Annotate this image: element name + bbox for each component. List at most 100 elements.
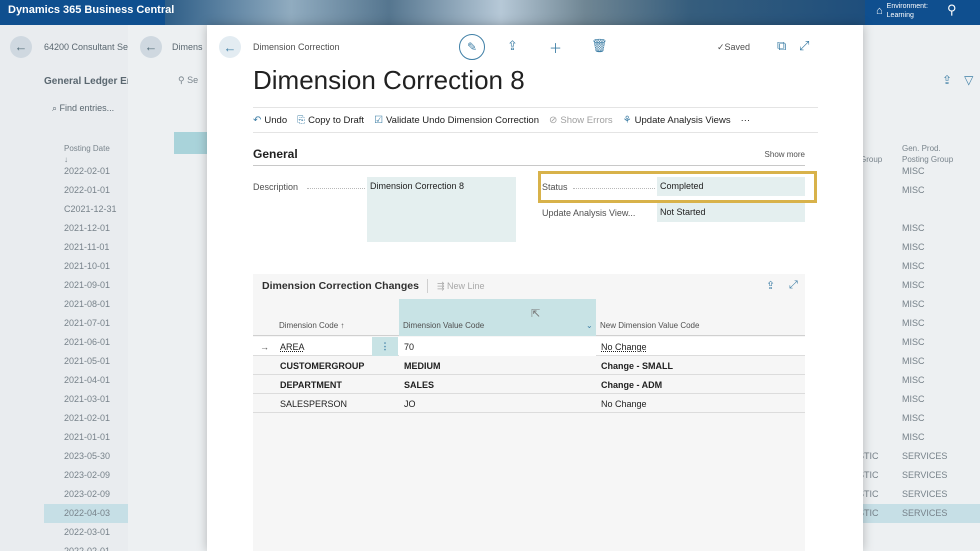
copy-to-draft-button[interactable]: ⎘ Copy to Draft: [297, 115, 364, 126]
list-item[interactable]: 2023-05-30: [44, 447, 128, 466]
list-item[interactable]: 2021-05-01: [44, 352, 128, 371]
dimension-code-cell[interactable]: CUSTOMERGROUP: [280, 361, 364, 371]
list-item[interactable]: 2021-10-01: [44, 257, 128, 276]
list-item[interactable]: [858, 523, 980, 542]
new-dimension-value-code-cell[interactable]: No Change: [601, 399, 647, 409]
table-row[interactable]: SALESPERSON JO No Change: [253, 394, 805, 413]
list-item[interactable]: 2021-01-01: [44, 428, 128, 447]
more-options-button[interactable]: ···: [741, 115, 751, 126]
list-item[interactable]: MISC: [858, 181, 980, 200]
list-item[interactable]: 2021-11-01: [44, 238, 128, 257]
environment-indicator[interactable]: ⌂ Environment: Learning: [876, 2, 928, 20]
list-item[interactable]: 2022-04-03: [44, 504, 128, 523]
edit-pencil-icon[interactable]: ✎: [459, 34, 485, 60]
list-item[interactable]: MISC: [858, 295, 980, 314]
dimension-value-code-cell[interactable]: JO: [404, 399, 416, 409]
open-new-window-icon[interactable]: ⧉: [777, 38, 786, 54]
search-icon[interactable]: ⚲: [947, 2, 957, 18]
dimension-code-cell[interactable]: SALESPERSON: [280, 399, 347, 409]
description-field[interactable]: Dimension Correction 8: [367, 177, 516, 242]
list-item[interactable]: STIC SERVICES: [858, 466, 980, 485]
list-item[interactable]: 2021-02-01: [44, 409, 128, 428]
list-item[interactable]: 2021-09-01: [44, 276, 128, 295]
list-item[interactable]: [858, 200, 980, 219]
update-analysis-view-field[interactable]: Not Started: [657, 203, 805, 222]
new-dimension-value-code-cell[interactable]: Change - ADM: [601, 380, 662, 390]
dimension-value-code-cell[interactable]: SALES: [404, 380, 434, 390]
list-item[interactable]: MISC: [858, 257, 980, 276]
show-errors-button[interactable]: ⊘ Show Errors: [549, 115, 613, 126]
list-item[interactable]: MISC: [858, 371, 980, 390]
search-box[interactable]: ⚲ Se: [178, 75, 198, 86]
group-cell: [858, 523, 902, 542]
update-analysis-views-button[interactable]: ⚘ Update Analysis Views: [623, 115, 731, 126]
list-item[interactable]: 2021-07-01: [44, 314, 128, 333]
dimension-value-code-cell[interactable]: MEDIUM: [404, 361, 441, 371]
app-title[interactable]: Dynamics 365 Business Central: [8, 4, 174, 16]
list-item[interactable]: MISC: [858, 409, 980, 428]
list-item[interactable]: MISC: [858, 238, 980, 257]
breadcrumb: 64200 Consultant Se: [44, 41, 129, 52]
expand-icon[interactable]: ⤢: [799, 38, 809, 54]
table-row[interactable]: → ⋮ AREA 70 No Change: [253, 337, 805, 356]
list-item[interactable]: MISC: [858, 219, 980, 238]
back-arrow-icon[interactable]: ←: [219, 36, 241, 58]
list-item[interactable]: MISC: [858, 314, 980, 333]
column-header-dimension-code[interactable]: Dimension Code ↑: [279, 321, 344, 330]
delete-icon[interactable]: 🗑: [591, 38, 608, 54]
chevron-down-icon[interactable]: ⌄: [586, 321, 593, 330]
filter-icon[interactable]: ▽: [964, 73, 973, 87]
list-item[interactable]: STIC SERVICES: [858, 485, 980, 504]
list-item[interactable]: 2022-03-01: [44, 523, 128, 542]
new-line-button[interactable]: ⇶ New Line: [437, 281, 485, 292]
group-cell: [858, 257, 902, 276]
gen-prod-posting-group-cell: MISC: [902, 356, 925, 366]
list-item[interactable]: MISC: [858, 276, 980, 295]
dimension-code-cell[interactable]: DEPARTMENT: [280, 380, 342, 390]
list-item[interactable]: MISC: [858, 390, 980, 409]
back-arrow-icon[interactable]: ←: [140, 35, 162, 58]
list-item[interactable]: STIC SERVICES: [858, 504, 980, 523]
gen-prod-posting-group-cell: MISC: [902, 280, 925, 290]
list-item[interactable]: 2021-12-01: [44, 219, 128, 238]
list-item[interactable]: 2021-03-01: [44, 390, 128, 409]
list-item[interactable]: 2023-02-09: [44, 466, 128, 485]
row-menu-icon[interactable]: ⋮: [372, 337, 398, 356]
changes-header[interactable]: Dimension Correction Changes: [262, 280, 419, 292]
list-item[interactable]: 2023-02-09: [44, 485, 128, 504]
column-header-dimension-value-code[interactable]: Dimension Value Code: [403, 321, 484, 330]
table-row[interactable]: DEPARTMENT SALES Change - ADM: [253, 375, 805, 394]
column-header-new-dimension-value-code[interactable]: New Dimension Value Code: [600, 321, 699, 330]
add-icon[interactable]: ＋: [549, 38, 562, 57]
share-icon[interactable]: ⇪: [507, 38, 518, 54]
list-item[interactable]: 2021-06-01: [44, 333, 128, 352]
list-item[interactable]: 2022-02-01: [44, 542, 128, 551]
general-header[interactable]: General: [253, 147, 298, 161]
share-icon[interactable]: ⇪: [766, 279, 775, 292]
back-arrow-icon[interactable]: ←: [10, 35, 32, 58]
list-item[interactable]: MISC: [858, 428, 980, 447]
table-row[interactable]: CUSTOMERGROUP MEDIUM Change - SMALL: [253, 356, 805, 375]
dimension-code-cell[interactable]: AREA: [280, 342, 305, 352]
breadcrumb: Dimension Correction: [253, 42, 340, 52]
list-item[interactable]: STIC SERVICES: [858, 447, 980, 466]
list-item[interactable]: 2022-01-01: [44, 181, 128, 200]
validate-undo-label: Validate Undo Dimension Correction: [386, 114, 540, 126]
dimension-value-code-cell[interactable]: 70: [404, 342, 414, 352]
list-item[interactable]: 2021-04-01: [44, 371, 128, 390]
list-item[interactable]: MISC: [858, 162, 980, 181]
list-item[interactable]: 2022-02-01: [44, 162, 128, 181]
list-item[interactable]: MISC: [858, 333, 980, 352]
expand-part-icon[interactable]: ⤢: [789, 279, 798, 292]
find-entries[interactable]: ⌕ Find entries...: [52, 103, 114, 114]
share-icon[interactable]: ⇪: [942, 73, 952, 87]
validate-undo-button[interactable]: ☑ Validate Undo Dimension Correction: [374, 115, 539, 126]
list-item[interactable]: MISC: [858, 352, 980, 371]
list-item[interactable]: C2021-12-31: [44, 200, 128, 219]
new-dimension-value-code-cell[interactable]: No Change: [601, 342, 647, 352]
list-item[interactable]: 2021-08-01: [44, 295, 128, 314]
new-dimension-value-code-cell[interactable]: Change - SMALL: [601, 361, 673, 371]
undo-button[interactable]: ↶ Undo: [253, 115, 287, 126]
show-more-link[interactable]: Show more: [765, 150, 805, 159]
list-item[interactable]: [858, 542, 980, 551]
